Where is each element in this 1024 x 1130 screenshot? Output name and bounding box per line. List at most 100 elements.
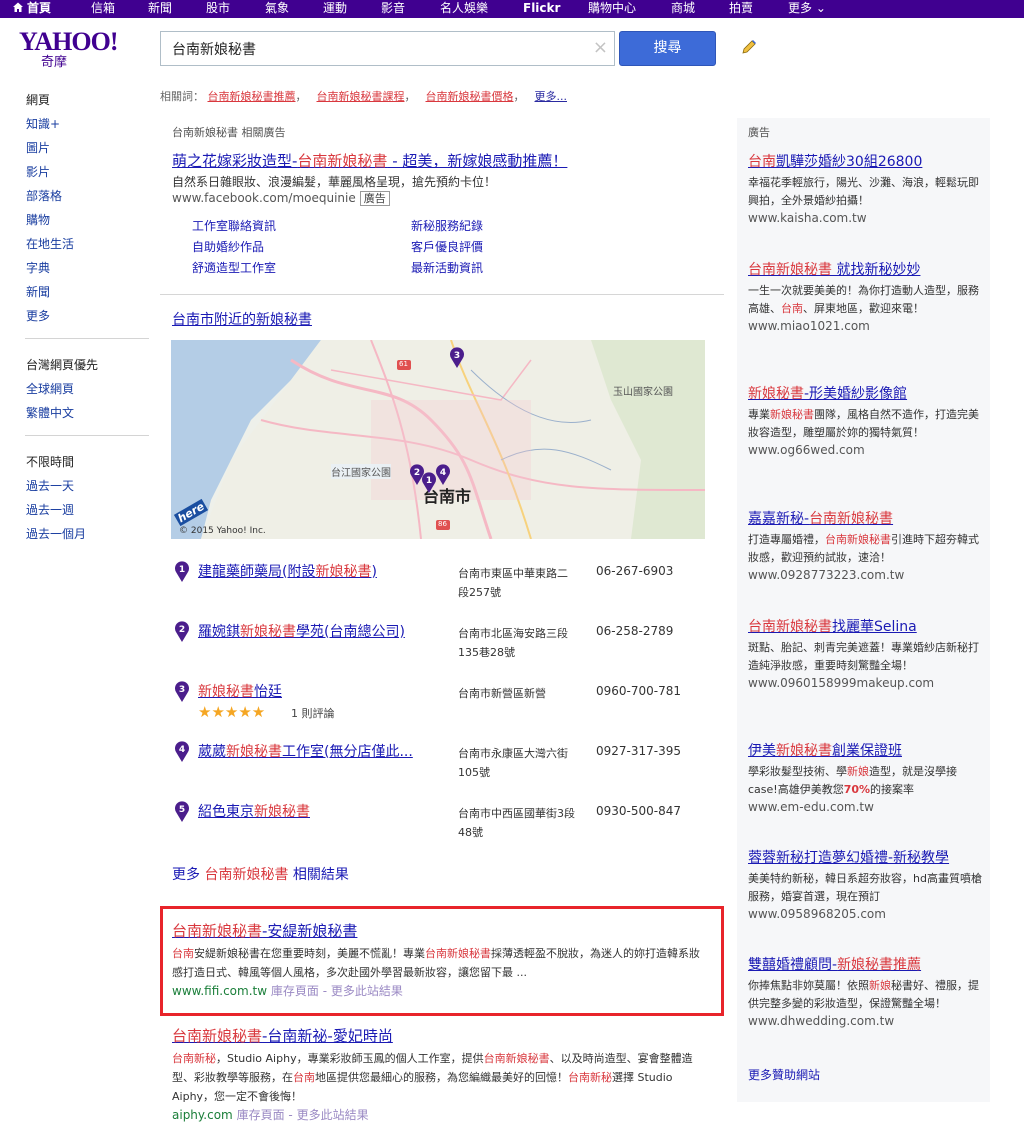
more-text: 相關結果 [288, 867, 349, 883]
result-title[interactable]: 台南新娘秘書-台南新祕-愛妃時尚 [172, 1027, 393, 1045]
related-term[interactable]: 台南新娘秘書推薦 [208, 90, 296, 103]
ad-title[interactable]: 蓉蓉新秘打造夢幻婚禮-新秘教學 [748, 847, 984, 867]
local-result-name[interactable]: 紹色東京新娘秘書 [198, 801, 310, 821]
map-pin-icon[interactable]: 1 [421, 472, 437, 494]
ad-url[interactable]: www.0928773223.com.tw [748, 568, 984, 582]
sidebar-item[interactable]: 在地生活 [26, 236, 150, 260]
sidebar-item[interactable]: 新聞 [26, 284, 150, 308]
sidebar-item[interactable]: 字典 [26, 260, 150, 284]
local-result-phone: 0927-317-395 [596, 744, 682, 758]
ad-title[interactable]: 新娘秘書-形美婚紗影像館 [748, 383, 984, 403]
ad-title[interactable]: 伊美新娘秘書創業保證班 [748, 740, 984, 760]
more-site-link[interactable]: 更多此站結果 [331, 984, 403, 998]
ad-url[interactable]: www.miao1021.com [748, 319, 984, 333]
ad-url[interactable]: www.0960158999makeup.com [748, 676, 984, 690]
sidebar-item[interactable]: 繁體中文 [26, 405, 150, 429]
nav-item-10[interactable]: 商城 [671, 0, 695, 18]
ad-sitelink[interactable]: 最新活動資訊 [411, 259, 483, 276]
result-url-row: www.fifi.com.tw 庫存頁面 - 更多此站結果 [172, 982, 702, 999]
sidebar-item[interactable]: 台灣網頁優先 [26, 357, 150, 381]
more-site-link[interactable]: 更多此站結果 [297, 1108, 369, 1122]
ad-url[interactable]: www.og66wed.com [748, 443, 984, 457]
related-term[interactable]: 台南新娘秘書課程 [317, 90, 405, 103]
nav-item-7[interactable]: 名人娛樂 [440, 0, 488, 18]
nav-item-6[interactable]: 影音 [381, 0, 405, 18]
cache-link[interactable]: 庫存頁面 [271, 984, 319, 998]
location-pin-icon[interactable]: 2 [174, 621, 190, 643]
review-count[interactable]: 1 則評論 [291, 705, 335, 721]
nav-item-8[interactable]: Flickr [523, 0, 560, 18]
sidebar-item[interactable]: 過去一週 [26, 502, 150, 526]
sidebar-item[interactable]: 全球網頁 [26, 381, 150, 405]
ad-title[interactable]: 台南凱驊莎婚紗30組26800 [748, 151, 984, 171]
yahoo-logo[interactable]: YAHOO! 奇摩 [19, 28, 119, 70]
sidebar-item[interactable]: 知識+ [26, 116, 150, 140]
clear-icon[interactable]: × [593, 37, 608, 59]
nav-item-0[interactable]: 首頁 [12, 0, 51, 18]
ad-sitelink[interactable]: 工作室聯絡資訊 [192, 217, 276, 234]
sidebar-item[interactable]: 購物 [26, 212, 150, 236]
ad-url[interactable]: www.dhwedding.com.tw [748, 1014, 984, 1028]
pencil-icon[interactable] [740, 38, 758, 56]
top-ad-title[interactable]: 萌之花嫁彩妝造型-台南新娘秘書 - 超美，新嫁娘感動推薦！ [172, 152, 567, 170]
result-url[interactable]: aiphy.com [172, 1108, 233, 1122]
nav-item-9[interactable]: 購物中心 [588, 0, 636, 18]
sidebar-item[interactable]: 更多 [26, 308, 150, 332]
more-sponsored-link[interactable]: 更多贊助網站 [748, 1066, 820, 1083]
map-pin-icon[interactable]: 3 [449, 347, 465, 369]
location-pin-icon[interactable]: 3 [174, 681, 190, 703]
nav-item-2[interactable]: 新聞 [148, 0, 172, 18]
location-pin-icon[interactable]: 5 [174, 801, 190, 823]
search-input[interactable] [161, 32, 581, 65]
local-map[interactable]: 玉山國家公園 台江國家公園 台南市 61 86 © 2015 Yahoo! In… [171, 340, 705, 539]
local-result-name[interactable]: 建龍藥師藥局(附設新娘秘書) [198, 561, 377, 581]
search-button[interactable]: 搜尋 [619, 31, 716, 66]
ad-title[interactable]: 台南新娘秘書找麗華Selina [748, 616, 984, 636]
sidebar-item[interactable]: 過去一個月 [26, 526, 150, 550]
result-title[interactable]: 台南新娘秘書-安緹新娘秘書 [172, 922, 357, 940]
ad-url[interactable]: www.0958968205.com [748, 907, 984, 921]
nav-item-4[interactable]: 氣象 [265, 0, 289, 18]
ad-sitelink[interactable]: 自助婚紗作品 [192, 238, 264, 255]
ad-title[interactable]: 台南新娘秘書 就找新秘妙妙 [748, 259, 984, 279]
nav-item-1[interactable]: 信箱 [91, 0, 115, 18]
local-result-name[interactable]: 羅婉錤新娘秘書學苑(台南總公司) [198, 621, 405, 641]
sidebar-item[interactable]: 影片 [26, 164, 150, 188]
cache-link[interactable]: 庫存頁面 [237, 1108, 285, 1122]
ad-url[interactable]: www.kaisha.com.tw [748, 211, 984, 225]
nav-item-3[interactable]: 股市 [206, 0, 230, 18]
nav-item-11[interactable]: 拍賣 [729, 0, 753, 18]
top-navigation: 首頁 信箱 新聞 股市 氣象 運動 影音 名人娛樂 Flickr 購物中心 商城 拍賣 更多 ⌄ [0, 0, 1024, 18]
sidebar-item[interactable]: 部落格 [26, 188, 150, 212]
ad-title[interactable]: 嘉嘉新秘-台南新娘秘書 [748, 508, 984, 528]
name-text: 學苑(台南總公司) [296, 624, 405, 640]
local-result-name[interactable]: 葳葳新娘秘書工作室(無分店僅此... [198, 741, 413, 761]
nav-item-12[interactable]: 更多 ⌄ [788, 0, 826, 18]
local-heading[interactable]: 台南市附近的新娘秘書 [172, 309, 312, 329]
sponsored-ad: 嘉嘉新秘-台南新娘秘書 打造專屬婚禮，台南新娘秘書引進時下超夯韓式妝感，歡迎預約試… [748, 508, 984, 582]
result-url[interactable]: www.fifi.com.tw [172, 984, 267, 998]
more-local-link[interactable]: 更多 台南新娘秘書 相關結果 [172, 864, 349, 884]
map-pin-icon[interactable]: 4 [435, 464, 451, 486]
local-result-name[interactable]: 新娘秘書怡廷 [198, 681, 282, 701]
nav-item-5[interactable]: 運動 [323, 0, 347, 18]
sidebar-item[interactable]: 網頁 [26, 92, 150, 116]
related-term[interactable]: 台南新娘秘書價格 [426, 90, 514, 103]
ad-url[interactable]: www.em-edu.com.tw [748, 800, 984, 814]
ad-sitelink[interactable]: 客戶優良評價 [411, 238, 483, 255]
svg-text:2: 2 [414, 468, 420, 478]
top-ad-url: www.facebook.com/moequinie 廣告 [172, 191, 567, 206]
sidebar-item[interactable]: 不限時間 [26, 454, 150, 478]
location-pin-icon[interactable]: 1 [174, 561, 190, 583]
sponsored-ad: 雙囍婚禮顧問-新娘秘書推薦 你捧焦點非妳莫屬！依照新娘秘書好、禮服，提供完整多變的… [748, 954, 984, 1028]
search-box: × [160, 31, 615, 66]
ad-sitelink[interactable]: 舒適造型工作室 [192, 259, 276, 276]
related-more[interactable]: 更多... [535, 90, 568, 103]
nav-label: 影音 [381, 1, 406, 15]
location-pin-icon[interactable]: 4 [174, 741, 190, 763]
sidebar-item[interactable]: 圖片 [26, 140, 150, 164]
sidebar-item[interactable]: 過去一天 [26, 478, 150, 502]
title-text: - 超美，新嫁娘感動推薦！ [387, 152, 568, 170]
ad-title[interactable]: 雙囍婚禮顧問-新娘秘書推薦 [748, 954, 984, 974]
ad-sitelink[interactable]: 新秘服務紀錄 [411, 217, 483, 234]
